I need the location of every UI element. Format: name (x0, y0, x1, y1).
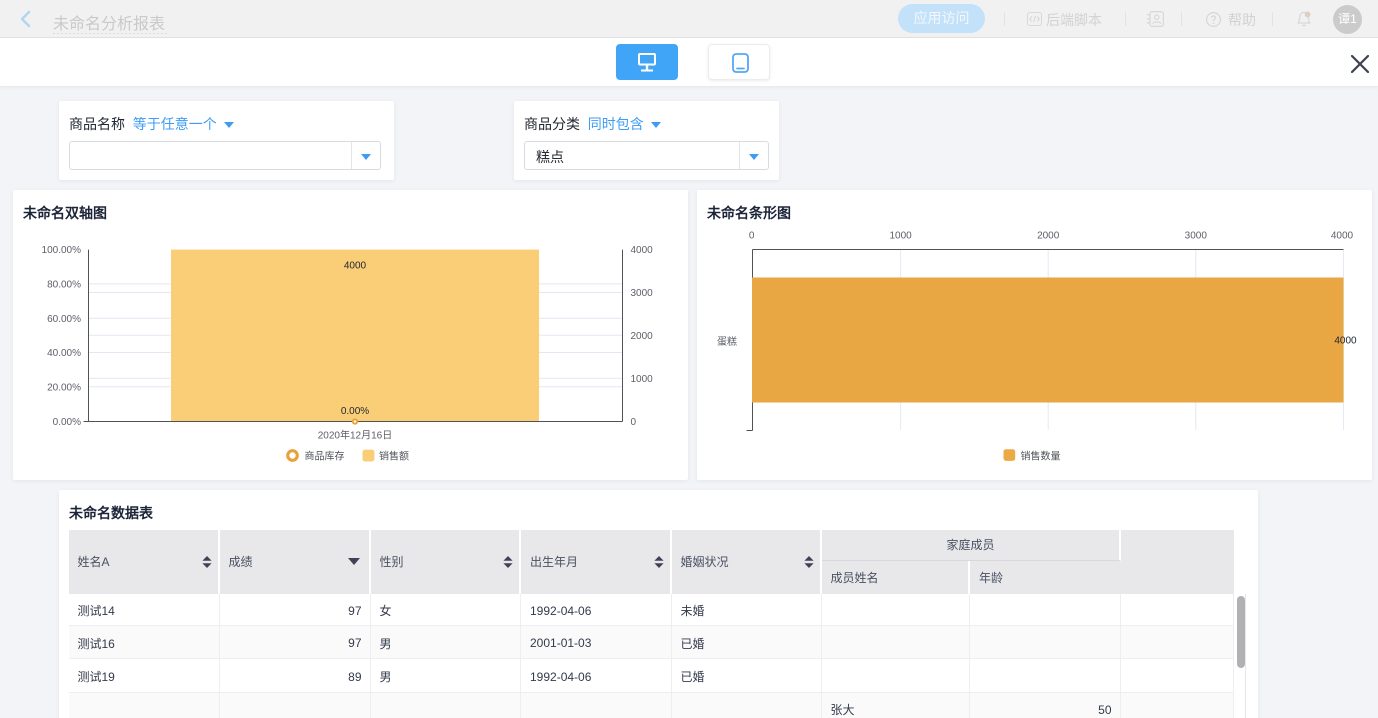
svg-text:80.00%: 80.00% (47, 280, 81, 291)
svg-text:0.00%: 0.00% (53, 417, 81, 428)
svg-text:0: 0 (749, 231, 755, 242)
svg-text:60.00%: 60.00% (47, 314, 81, 325)
svg-text:4000: 4000 (344, 261, 367, 272)
svg-text:2000: 2000 (631, 331, 654, 342)
svg-text:100.00%: 100.00% (42, 245, 82, 256)
svg-text:4000: 4000 (1331, 231, 1354, 242)
svg-text:0.00%: 0.00% (341, 406, 369, 417)
svg-text:2000: 2000 (1037, 231, 1060, 242)
svg-text:3000: 3000 (1185, 231, 1208, 242)
svg-text:1000: 1000 (889, 231, 912, 242)
svg-text:销售额: 销售额 (379, 449, 409, 462)
svg-text:20.00%: 20.00% (47, 382, 81, 393)
svg-text:3000: 3000 (631, 288, 654, 299)
svg-text:4000: 4000 (1334, 336, 1357, 347)
svg-text:2020年12月16日: 2020年12月16日 (318, 429, 393, 442)
svg-text:40.00%: 40.00% (47, 348, 81, 359)
svg-text:蛋糕: 蛋糕 (717, 335, 737, 348)
svg-text:0: 0 (631, 417, 637, 428)
svg-text:销售数量: 销售数量 (1021, 449, 1061, 462)
svg-text:4000: 4000 (631, 245, 654, 256)
svg-text:1000: 1000 (631, 374, 654, 385)
svg-text:商品库存: 商品库存 (305, 449, 345, 462)
